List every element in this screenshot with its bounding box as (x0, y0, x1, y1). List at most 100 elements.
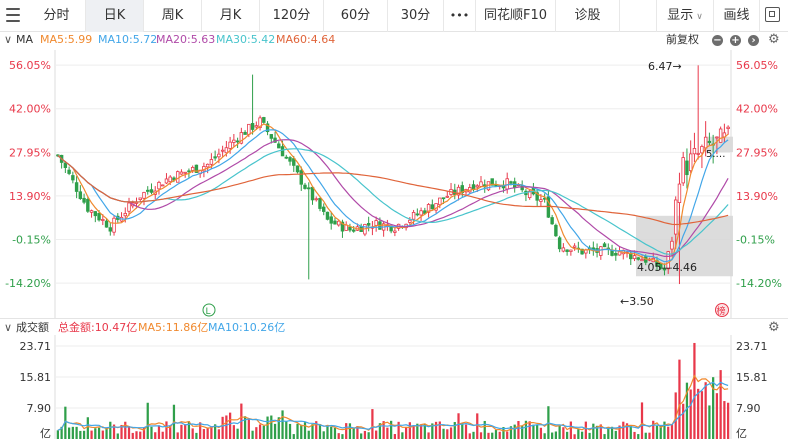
volume-bar (397, 421, 400, 439)
volume-bar (682, 403, 685, 439)
candle-body (430, 204, 435, 210)
volume-bar (393, 434, 396, 439)
volume-total: 总金额:10.47亿 (58, 321, 138, 334)
candle-body (205, 163, 210, 168)
volume-bar (446, 429, 449, 439)
volume-bar (94, 428, 97, 439)
candle-body (142, 192, 146, 199)
candle-body (438, 197, 442, 206)
ma30-line (57, 148, 729, 255)
volume-bar (543, 433, 546, 439)
draw-line-button[interactable]: 画线 (714, 0, 760, 32)
tab-f10[interactable]: 同花顺F10 (476, 0, 556, 32)
volume-bar (292, 434, 295, 439)
volume-bar (131, 432, 134, 439)
volume-ma10: MA10:10.26亿 (208, 321, 286, 334)
price-chart[interactable]: 56.05% 56.05% 42.00% 42.00% 27.95% 27.95% 13.9… (0, 48, 788, 318)
volume-bar (464, 424, 468, 439)
volume-ma (57, 374, 729, 432)
candle-body (146, 189, 150, 192)
volume-bar (75, 426, 78, 439)
volume-bar (161, 431, 164, 439)
high-annotation: 6.47→ (648, 60, 682, 73)
candle-body (318, 197, 322, 209)
volume-chart[interactable]: 23.71 23.71 15.81 15.81 7.90 7.90 亿 亿 (0, 335, 788, 441)
volume-bar (101, 430, 104, 439)
volume-bar (165, 421, 168, 439)
tab-120min[interactable]: 120分 (260, 0, 324, 32)
candle-body (715, 136, 719, 139)
volume-bar (491, 432, 494, 439)
volume-bar (176, 432, 179, 439)
collapse-icon[interactable]: ∨ (4, 319, 12, 336)
volume-bar (150, 426, 153, 439)
menu-icon[interactable] (6, 8, 20, 24)
tab-30min[interactable]: 30分 (388, 0, 444, 32)
volume-bar (663, 421, 666, 439)
candle-body (314, 198, 318, 201)
candle-body (299, 170, 303, 185)
candle-body (411, 212, 416, 220)
y-tick-label-right: 56.05% (736, 59, 778, 72)
volume-bar (472, 431, 475, 439)
volume-bar (442, 428, 445, 439)
volume-bar (255, 427, 258, 439)
volume-tick-left: 7.90 (27, 402, 52, 415)
volume-bar (468, 433, 471, 439)
tab-intraday[interactable]: 分时 (28, 0, 86, 32)
candle-body (419, 210, 423, 216)
volume-bar (258, 424, 262, 439)
candle-body (243, 131, 247, 135)
tab-weekly-k[interactable]: 周K (144, 0, 202, 32)
volume-bar (330, 426, 333, 439)
collapse-icon[interactable]: ∨ (4, 32, 12, 48)
volume-bar (202, 429, 206, 439)
volume-bar (573, 434, 576, 439)
arrow-right-icon[interactable]: › (748, 35, 759, 46)
price-annotations: 6.47→ ←3.50 4.05—4.46 5.… L 榜 (202, 60, 729, 317)
volume-bar (71, 426, 74, 439)
candle-body (247, 123, 251, 135)
volume-bar (262, 425, 265, 439)
candle-body (183, 171, 187, 174)
adjust-dropdown[interactable]: 前复权 ∨ (666, 32, 699, 49)
tab-diagnose[interactable]: 诊股 (556, 0, 620, 32)
candle-body (269, 134, 274, 139)
display-dropdown[interactable]: 显示 ∨ (656, 0, 714, 32)
minus-icon[interactable]: − (712, 35, 723, 46)
volume-bar (494, 429, 498, 439)
volume-bar (281, 410, 284, 439)
volume-bar (453, 422, 456, 439)
candle-body (505, 178, 509, 190)
plus-icon[interactable]: + (730, 35, 741, 46)
volume-bar (307, 430, 310, 439)
volume-bar (569, 421, 572, 439)
volume-bar (637, 434, 640, 439)
volume-bar (633, 431, 636, 439)
volume-bar (644, 432, 647, 439)
candle-body (127, 202, 131, 212)
volume-bar (360, 433, 363, 439)
volume-bar (584, 421, 587, 439)
window-icon[interactable] (765, 7, 780, 22)
gear-icon[interactable]: ⚙ (768, 32, 780, 48)
candle-body (348, 226, 352, 231)
candle-body (610, 249, 614, 256)
candle-body (295, 165, 300, 173)
volume-bar (562, 427, 565, 439)
candle-body (599, 246, 603, 256)
candle-body (509, 181, 513, 184)
tab-more[interactable]: ••• (444, 0, 476, 32)
volume-bar (592, 423, 595, 439)
tab-monthly-k[interactable]: 月K (202, 0, 260, 32)
volume-bar (667, 426, 670, 439)
tab-daily-k[interactable]: 日K (86, 0, 144, 32)
gear-icon[interactable]: ⚙ (768, 319, 780, 336)
volume-bar (82, 430, 86, 439)
tab-60min[interactable]: 60分 (324, 0, 388, 32)
candle-body (322, 206, 326, 212)
candle-body (329, 216, 333, 224)
volume-bar (191, 428, 194, 439)
candle-body (688, 153, 693, 172)
candle-body (74, 182, 79, 192)
